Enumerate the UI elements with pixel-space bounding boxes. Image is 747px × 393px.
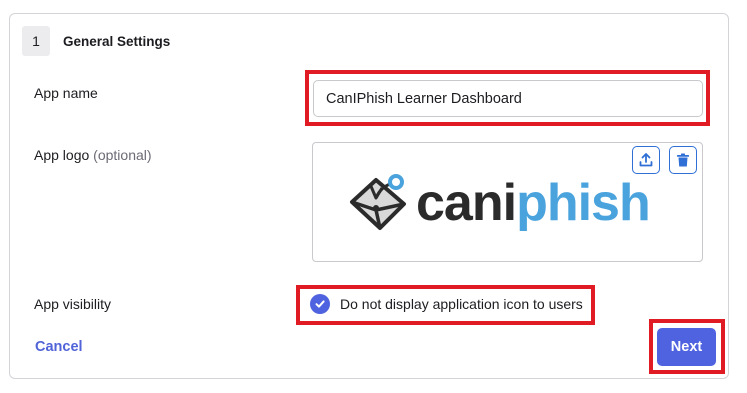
app-name-label: App name: [34, 85, 98, 101]
app-visibility-label: App visibility: [34, 296, 112, 312]
logo-wordmark-blue: phish: [516, 174, 651, 232]
optional-hint: (optional): [93, 147, 152, 163]
trash-icon: [677, 153, 689, 167]
app-name-input[interactable]: [313, 80, 703, 117]
cancel-button[interactable]: Cancel: [35, 339, 83, 355]
check-icon: [315, 300, 325, 308]
logo-wordmark-dark: cani: [416, 174, 517, 232]
upload-icon: [639, 153, 653, 167]
phish-hook-logo-icon: [350, 174, 406, 230]
app-logo-label-text: App logo: [34, 147, 90, 163]
hide-icon-checkbox-label[interactable]: Do not display application icon to users: [340, 296, 583, 312]
next-button[interactable]: Next: [657, 328, 716, 366]
step-number: 1: [22, 26, 50, 56]
app-logo-label: App logo (optional): [34, 147, 152, 163]
hide-icon-checkbox[interactable]: [310, 294, 330, 314]
delete-logo-button[interactable]: [669, 146, 697, 174]
logo-wordmark: cani phish: [416, 170, 651, 236]
section-title: General Settings: [63, 34, 171, 49]
